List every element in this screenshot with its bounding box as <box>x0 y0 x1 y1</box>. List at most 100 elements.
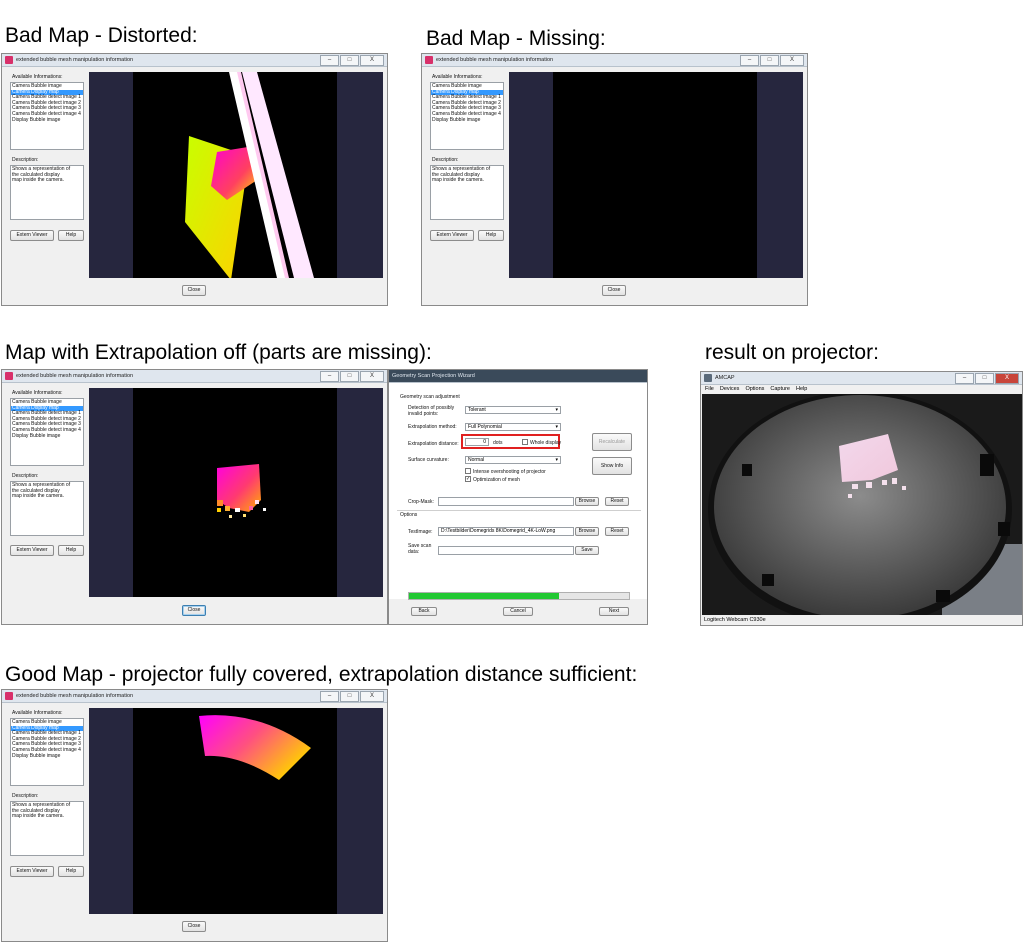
chevron-down-icon: ▾ <box>555 407 558 413</box>
close-window-button[interactable]: X <box>780 55 804 66</box>
close-window-button[interactable]: X <box>360 371 384 382</box>
amcap-window: AMCAP ‒ □ X File Devices Options Capture… <box>700 371 1023 626</box>
camera-preview <box>702 394 1022 615</box>
intense-overshooting-checkbox[interactable] <box>465 468 471 474</box>
caption-bad-map-missing: Bad Map - Missing: <box>426 27 606 50</box>
available-informations-label: Available Informations: <box>12 710 63 716</box>
detection-label: Detection of possibly invalid points: <box>408 405 455 417</box>
crop-mask-browse-button[interactable]: Browse <box>575 497 599 506</box>
description-box: Shows a representation of the calculated… <box>430 165 504 220</box>
available-informations-label: Available Informations: <box>432 74 483 80</box>
detection-combo[interactable]: Tolerant ▾ <box>465 406 561 414</box>
extern-viewer-button[interactable]: Extern Viewer <box>10 866 54 877</box>
close-window-button[interactable]: X <box>995 373 1019 384</box>
window-title: extended bubble mesh manipulation inform… <box>16 373 134 379</box>
menu-file[interactable]: File <box>705 385 714 393</box>
menu-devices[interactable]: Devices <box>720 385 740 393</box>
minimize-button[interactable]: ‒ <box>320 55 339 66</box>
list-item[interactable]: Display Bubble image <box>11 117 83 124</box>
extern-viewer-button[interactable]: Extern Viewer <box>430 230 474 241</box>
app-icon <box>5 692 13 700</box>
menu-capture[interactable]: Capture <box>770 385 790 393</box>
maximize-button[interactable]: □ <box>975 373 994 384</box>
extern-viewer-button[interactable]: Extern Viewer <box>10 545 54 556</box>
help-button[interactable]: Help <box>58 545 84 556</box>
status-bar: Logitech Webcam C930e <box>704 617 766 623</box>
maximize-button[interactable]: □ <box>760 55 779 66</box>
recalculate-button[interactable]: Recalculate <box>592 433 632 451</box>
map-viewer <box>89 708 383 914</box>
menu-help[interactable]: Help <box>796 385 807 393</box>
map-viewer <box>89 72 383 278</box>
description-label: Description: <box>12 473 39 479</box>
minimize-button[interactable]: ‒ <box>320 371 339 382</box>
camera-icon <box>704 374 712 382</box>
close-window-button[interactable]: X <box>360 691 384 702</box>
list-item[interactable]: Display Bubble image <box>431 117 503 124</box>
help-button[interactable]: Help <box>478 230 504 241</box>
minimize-button[interactable]: ‒ <box>320 691 339 702</box>
title-bar: extended bubble mesh manipulation inform… <box>422 54 807 67</box>
caption-extrapolation-off: Map with Extrapolation off (parts are mi… <box>5 341 432 364</box>
surface-curvature-combo[interactable]: Normal ▾ <box>465 456 561 464</box>
description-box: Shows a representation of the calculated… <box>10 481 84 536</box>
full-map-image <box>199 715 311 780</box>
list-item[interactable]: Display Bubble image <box>11 753 83 760</box>
close-button[interactable]: Close <box>182 921 206 932</box>
save-button[interactable]: Save <box>575 546 599 555</box>
next-button[interactable]: Next <box>599 607 629 616</box>
extrapolation-distance-input[interactable]: 0 <box>465 438 489 446</box>
testimage-reset-button[interactable]: Reset <box>605 527 629 536</box>
description-label: Description: <box>12 793 39 799</box>
extern-viewer-button[interactable]: Extern Viewer <box>10 230 54 241</box>
testimage-input[interactable]: D:\Testbilder\Domegrids 8K\Domegrid_4K-L… <box>438 527 574 536</box>
extrapolation-method-combo[interactable]: Full Polynomial ▾ <box>465 423 561 431</box>
testimage-browse-button[interactable]: Browse <box>575 527 599 536</box>
close-button[interactable]: Close <box>182 285 206 296</box>
minimize-button[interactable]: ‒ <box>740 55 759 66</box>
title-bar: Geometry Scan Projection Wizard <box>389 370 647 383</box>
back-button[interactable]: Back <box>411 607 437 616</box>
window-title: AMCAP <box>715 375 735 381</box>
help-button[interactable]: Help <box>58 866 84 877</box>
bubble-window-missing: extended bubble mesh manipulation inform… <box>421 53 808 306</box>
testimage-label: TestImage: <box>408 529 433 535</box>
caption-bad-map-distorted: Bad Map - Distorted: <box>5 24 198 47</box>
close-button[interactable]: Close <box>182 605 206 616</box>
surface-curvature-label: Surface curvature: <box>408 457 449 463</box>
progress-bar <box>408 592 630 600</box>
help-button[interactable]: Help <box>58 230 84 241</box>
caption-result-on-projector: result on projector: <box>705 341 879 364</box>
available-informations-label: Available Informations: <box>12 390 63 396</box>
maximize-button[interactable]: □ <box>340 691 359 702</box>
crop-mask-label: Crop-Mask: <box>408 499 434 505</box>
menu-options[interactable]: Options <box>745 385 764 393</box>
title-bar: extended bubble mesh manipulation inform… <box>2 370 387 383</box>
optimization-checkbox[interactable]: ✓ <box>465 476 471 482</box>
window-title: extended bubble mesh manipulation inform… <box>16 57 134 63</box>
close-button[interactable]: Close <box>602 285 626 296</box>
information-list[interactable]: Camera Bubble image Camera Display map C… <box>10 82 84 150</box>
crop-mask-reset-button[interactable]: Reset <box>605 497 629 506</box>
cancel-button[interactable]: Cancel <box>503 607 533 616</box>
save-scan-input[interactable] <box>438 546 574 555</box>
map-viewer <box>89 388 383 597</box>
crop-mask-input[interactable] <box>438 497 574 506</box>
geometry-scan-dialog: Geometry Scan Projection Wizard Geometry… <box>388 369 648 625</box>
minimize-button[interactable]: ‒ <box>955 373 974 384</box>
divider <box>397 510 641 511</box>
app-icon <box>5 56 13 64</box>
show-info-button[interactable]: Show Info <box>592 457 632 475</box>
partial-map-image <box>217 464 266 518</box>
maximize-button[interactable]: □ <box>340 55 359 66</box>
information-list[interactable]: Camera Bubble image Camera Display map C… <box>10 398 84 466</box>
bubble-window-extrapolation-off: extended bubble mesh manipulation inform… <box>1 369 388 625</box>
list-item[interactable]: Display Bubble image <box>11 433 83 440</box>
description-label: Description: <box>12 157 39 163</box>
distorted-map-image <box>185 72 314 278</box>
information-list[interactable]: Camera Bubble image Camera Display map C… <box>430 82 504 150</box>
information-list[interactable]: Camera Bubble image Camera Display map C… <box>10 718 84 786</box>
maximize-button[interactable]: □ <box>340 371 359 382</box>
close-window-button[interactable]: X <box>360 55 384 66</box>
whole-display-checkbox[interactable] <box>522 439 528 445</box>
